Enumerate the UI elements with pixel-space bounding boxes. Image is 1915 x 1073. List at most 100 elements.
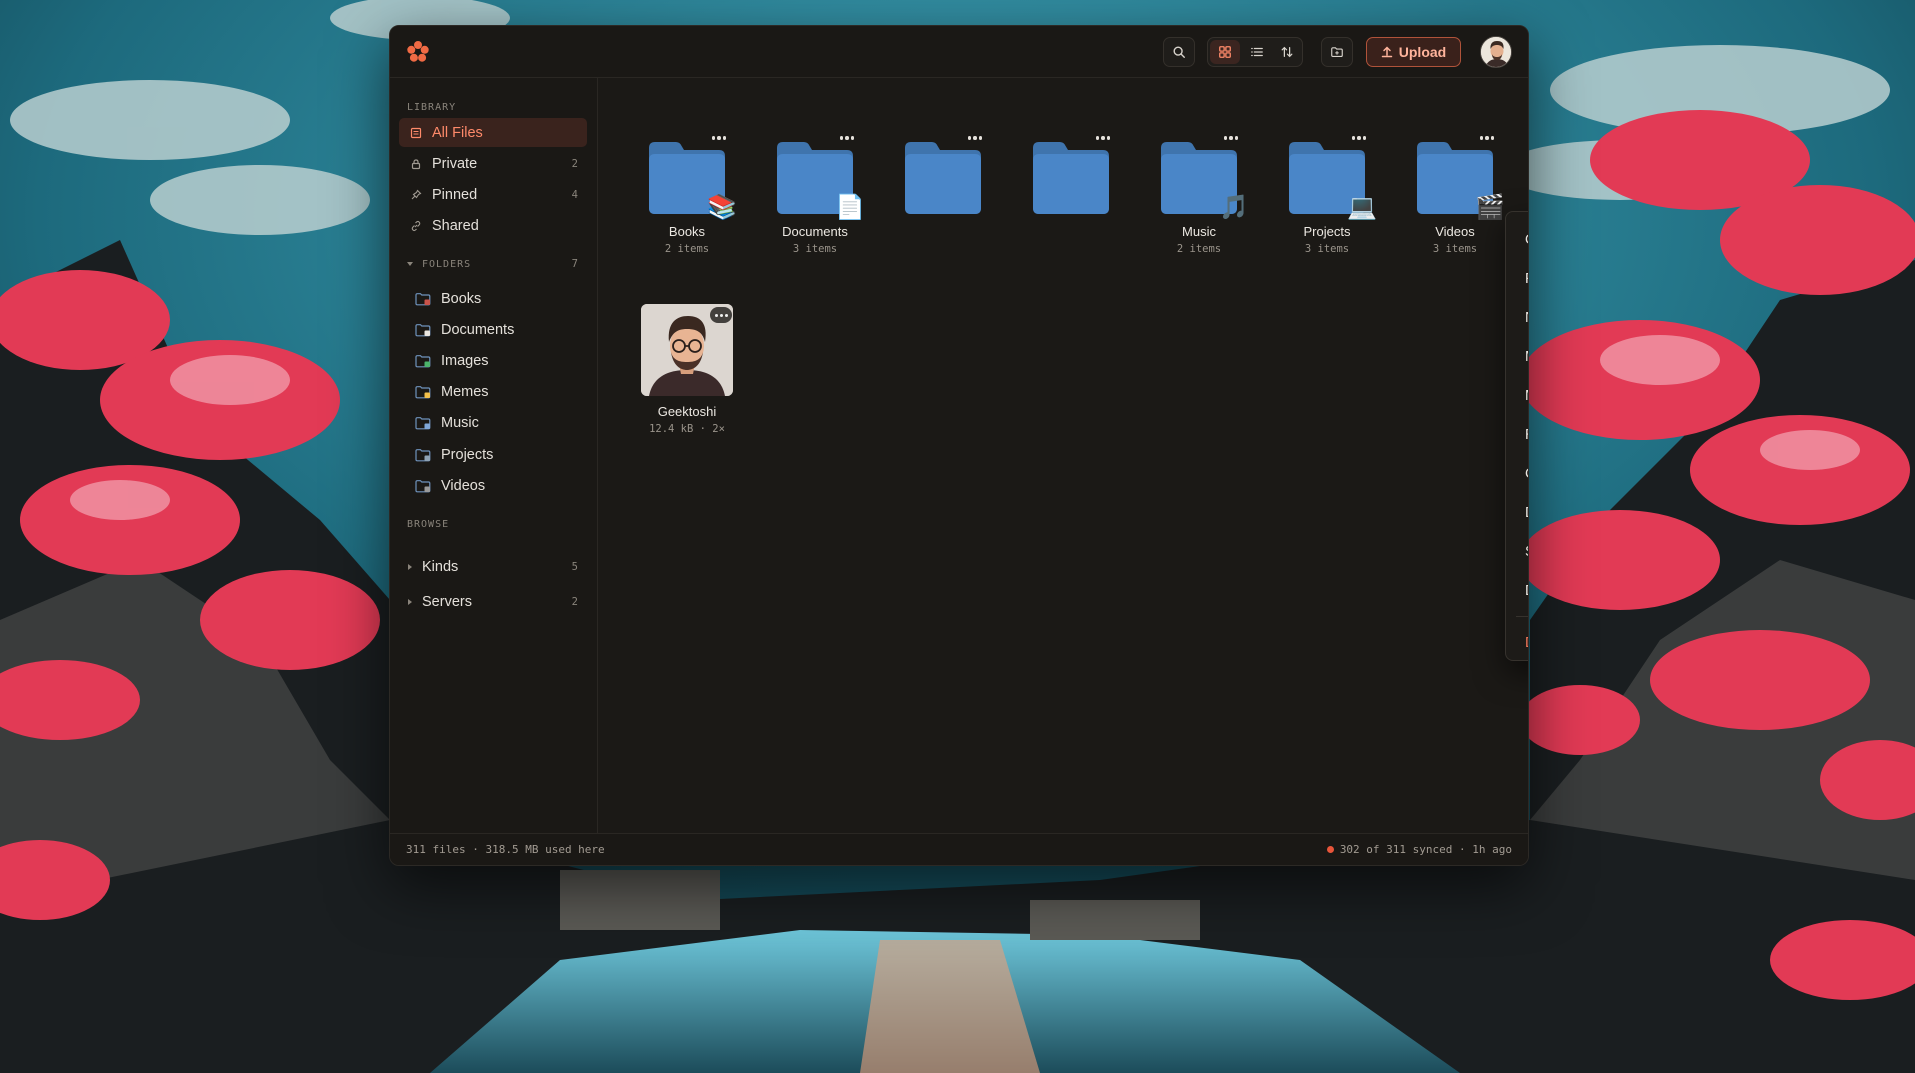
sidebar-item-label: Images (441, 352, 489, 369)
menu-item-share[interactable]: Share... (1506, 532, 1528, 571)
sidebar-folder-music[interactable]: Music (399, 409, 587, 438)
menu-item-pin[interactable]: Pin (1506, 259, 1528, 298)
chevron-right-icon (408, 563, 412, 570)
upload-icon (1381, 46, 1393, 58)
folder-icon: 📄 (773, 136, 865, 220)
sidebar-item-label: Documents (441, 321, 515, 338)
sidebar-item-pinned[interactable]: Pinned 4 (399, 180, 587, 209)
folder-tile[interactable] (893, 136, 993, 224)
search-button[interactable] (1163, 37, 1195, 67)
folder-tile-books[interactable]: 📚 Books 2 items (637, 136, 737, 255)
menu-item-move-folder[interactable]: Move folder... (1506, 337, 1528, 376)
library-section-label: LIBRARY (407, 102, 457, 113)
status-bar: 311 files · 318.5 MB used here 302 of 31… (390, 833, 1528, 865)
folder-badge-icon: 📄 (835, 194, 865, 221)
lock-icon (409, 157, 422, 170)
menu-item-rename-folder[interactable]: Rename folder... (1506, 415, 1528, 454)
file-name: Geektoshi (657, 404, 717, 419)
view-switcher (1207, 37, 1303, 67)
folder-tile-videos[interactable]: 🎬 Videos 3 items (1405, 136, 1505, 255)
folder-meta: 3 items (1432, 243, 1478, 255)
folder-icon: 🎬 (1413, 136, 1505, 220)
sort-button[interactable] (1272, 38, 1302, 66)
sidebar-item-label: Music (441, 415, 479, 432)
sidebar-folder-memes[interactable]: Memes (399, 378, 587, 407)
folder-icon (415, 292, 431, 306)
chevron-right-icon (408, 598, 412, 605)
more-options-button[interactable] (1476, 130, 1498, 146)
app-logo-icon[interactable] (406, 40, 430, 64)
folders-section-toggle[interactable]: FOLDERS 7 (399, 254, 587, 274)
sidebar-item-private[interactable]: Private 2 (399, 149, 587, 178)
sidebar-item-shared[interactable]: Shared (399, 211, 587, 240)
folder-tile[interactable] (1021, 136, 1121, 224)
more-options-button[interactable] (1348, 130, 1370, 146)
folder-meta: 3 items (1304, 243, 1350, 255)
image-thumbnail (641, 304, 733, 396)
menu-item-don-t-allow-sharing[interactable]: Don't allow sharing (1506, 571, 1528, 610)
menu-item-open[interactable]: Open (1506, 220, 1528, 259)
menu-item-customize[interactable]: Customize... (1506, 454, 1528, 493)
upload-button[interactable]: Upload (1366, 37, 1461, 67)
folder-name: Projects (1303, 224, 1351, 239)
item-count: 4 (571, 188, 578, 201)
chevron-down-icon (407, 262, 413, 266)
folder-tile-documents[interactable]: 📄 Documents 3 items (765, 136, 865, 255)
user-avatar[interactable] (1480, 36, 1512, 68)
sidebar-folder-videos[interactable]: Videos (399, 471, 587, 500)
folder-tile-music[interactable]: 🎵 Music 2 items (1149, 136, 1249, 255)
folder-icon (1331, 47, 1343, 58)
list-icon (1251, 47, 1263, 57)
sidebar-item-label: Kinds (422, 558, 459, 575)
more-options-button[interactable] (708, 130, 730, 146)
menu-item-merge-into[interactable]: Merge into... (1506, 376, 1528, 415)
files-icon (409, 126, 422, 139)
menu-item-download-as-zip[interactable]: Download as zip (1506, 493, 1528, 532)
folder-badge-icon: 💻 (1347, 194, 1377, 221)
sidebar-folder-projects[interactable]: Projects (399, 440, 587, 469)
app-window: Upload LIBRARY All Files Private 2 Pinne… (389, 25, 1529, 866)
menu-item-new-subfolder[interactable]: New subfolder... (1506, 298, 1528, 337)
folder-meta: 2 items (664, 243, 710, 255)
more-options-button[interactable] (710, 307, 732, 323)
folder-badge-icon: 🎵 (1219, 194, 1249, 221)
file-tile-geektoshi[interactable]: Geektoshi 12.4 kB · 2× (637, 304, 737, 435)
more-options-button[interactable] (1092, 130, 1114, 146)
folder-meta: 2 items (1176, 243, 1222, 255)
top-toolbar: Upload (390, 26, 1528, 78)
sidebar-item-servers[interactable]: Servers 2 (399, 587, 587, 616)
sidebar-item-label: Private (432, 155, 478, 172)
folder-tile-projects[interactable]: 💻 Projects 3 items (1277, 136, 1377, 255)
folder-name: Videos (1435, 224, 1475, 239)
more-options-button[interactable] (1220, 130, 1242, 146)
sidebar-item-label: Projects (441, 446, 494, 463)
sidebar-folder-images[interactable]: Images (399, 346, 587, 375)
menu-item-delete-folder[interactable]: Delete folder (1506, 623, 1528, 662)
sidebar-item-label: Servers (422, 593, 472, 610)
sync-status-dot-icon (1326, 846, 1334, 853)
list-view-button[interactable] (1242, 38, 1272, 66)
grid-view-button[interactable] (1210, 40, 1240, 64)
more-options-button[interactable] (964, 130, 986, 146)
sidebar-item-label: Pinned (432, 186, 478, 203)
folder-name: Books (668, 224, 706, 239)
folder-badge-icon: 🎬 (1475, 194, 1505, 221)
file-grid: 📚 Books 2 items 📄 Documents 3 items 🎵 Music 2 it… (599, 78, 1528, 833)
more-options-button[interactable] (836, 130, 858, 146)
sidebar-item-label: Books (441, 290, 482, 307)
sidebar-item-kinds[interactable]: Kinds 5 (399, 552, 587, 581)
new-folder-button[interactable] (1321, 37, 1353, 67)
folder-icon (415, 416, 431, 430)
sidebar-item-all-files[interactable]: All Files (399, 118, 587, 147)
folder-icon: 🎵 (1157, 136, 1249, 220)
pin-icon (409, 188, 422, 201)
folder-icon (1029, 136, 1113, 216)
folder-icon (901, 136, 985, 216)
sidebar-folder-books[interactable]: Books (399, 284, 587, 313)
sidebar-folder-documents[interactable]: Documents (399, 315, 587, 344)
file-meta: 12.4 kB · 2× (649, 423, 725, 435)
folder-name: Music (1182, 224, 1216, 239)
sidebar-item-label: All Files (432, 124, 483, 141)
sort-icon (1281, 46, 1293, 58)
search-icon (1173, 46, 1185, 58)
